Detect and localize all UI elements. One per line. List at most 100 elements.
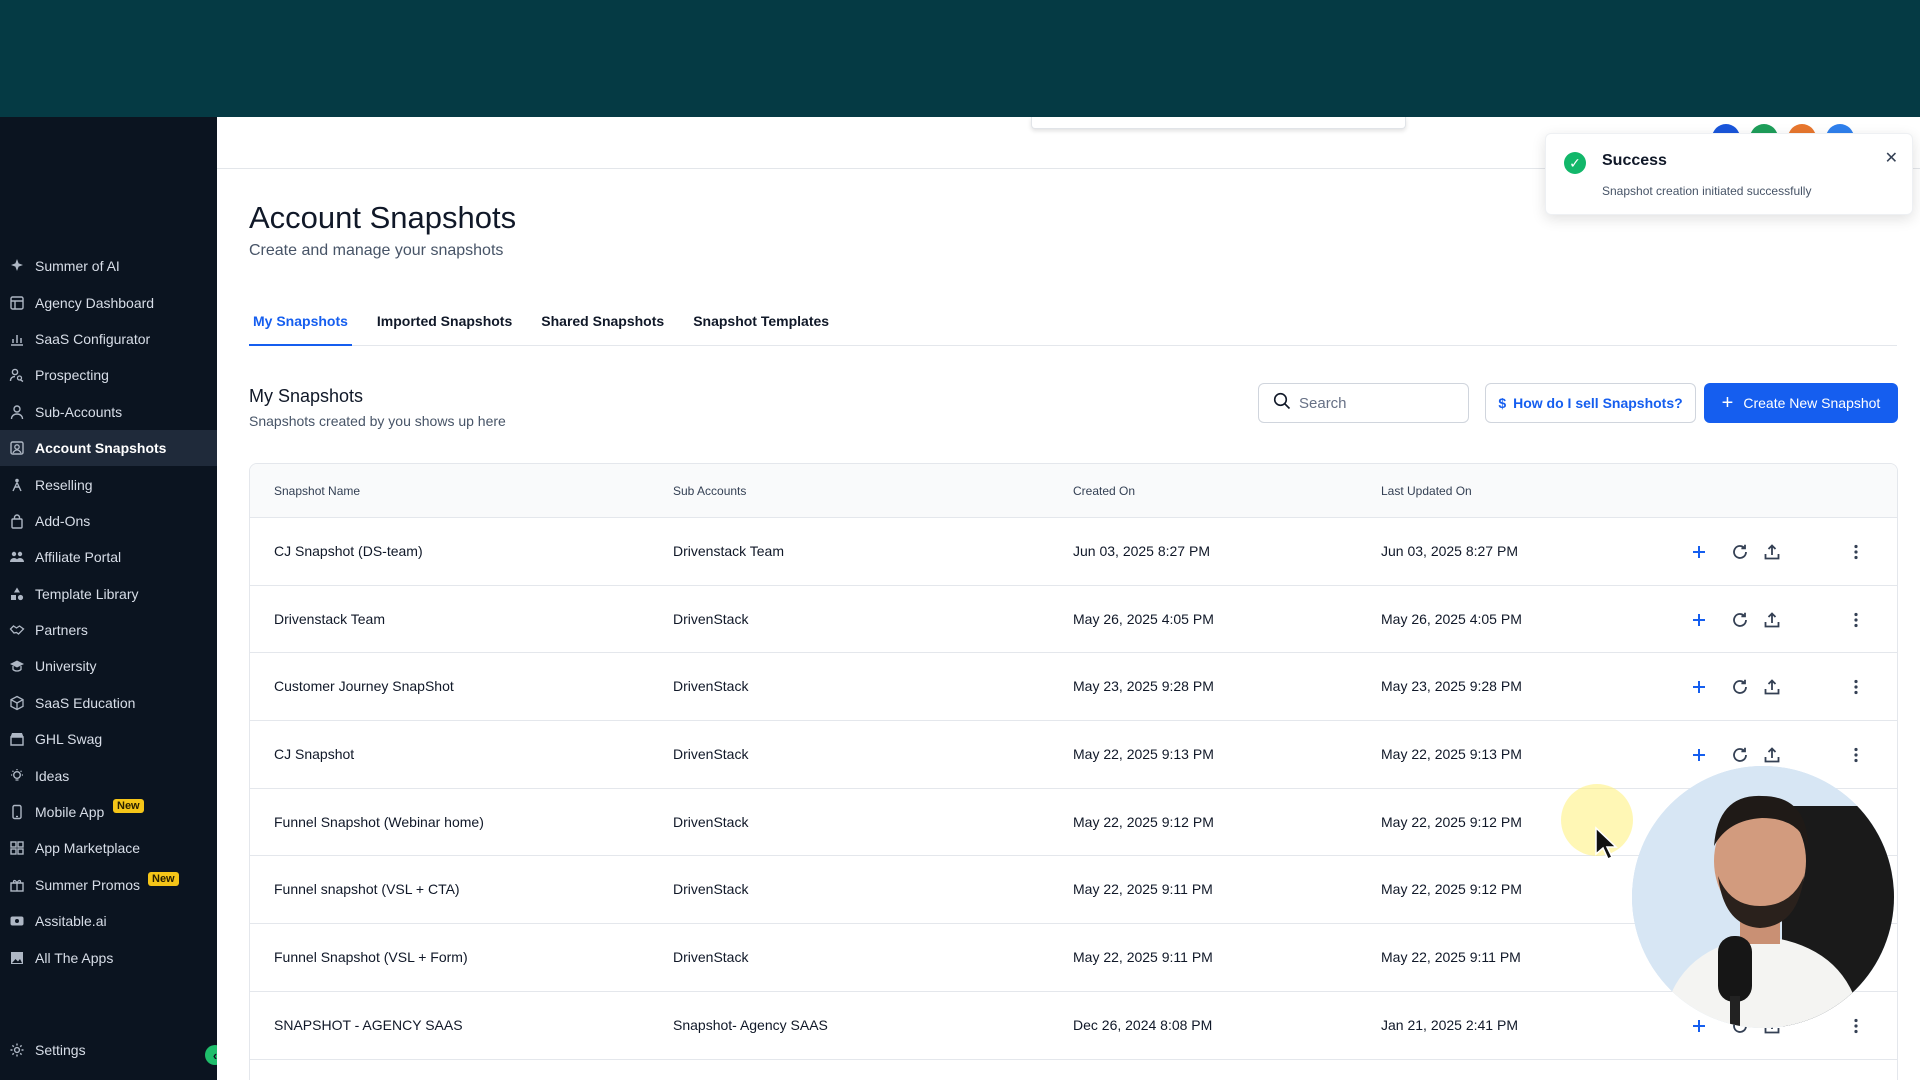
sidebar-item-prospecting[interactable]: Prospecting [0,357,217,393]
bag-icon [8,512,26,530]
sidebar-item-summer-of-ai[interactable]: Summer of AI [0,248,217,284]
share-upload-icon[interactable] [1761,609,1783,631]
sidebar-item-template-library[interactable]: Template Library [0,576,217,612]
table-row[interactable]: Drivenstack Team DrivenStack May 26, 2025 … [250,586,1897,654]
sub-account-cell: Drivenstack Team [673,543,785,559]
toast-title: Success [1602,152,1667,169]
search-input[interactable] [1299,394,1459,412]
column-header-sub-accounts[interactable]: Sub Accounts [673,484,746,498]
refresh-icon[interactable] [1729,541,1751,563]
snapshot-name-cell: Funnel Snapshot (VSL + Form) [274,949,468,966]
refresh-icon[interactable] [1729,609,1751,631]
sidebar-item-saas-education[interactable]: SaaS Education [0,685,217,721]
tab-snapshot-templates[interactable]: Snapshot Templates [689,305,833,346]
gear-icon [8,1041,26,1059]
sidebar-item-label: Add-Ons [35,512,91,529]
add-icon[interactable] [1688,1015,1710,1037]
sub-account-cell: Snapshot- Agency SAAS [673,1016,828,1033]
how-to-sell-button[interactable]: $ How do I sell Snapshots? [1485,383,1696,423]
sidebar-item-label: Account Snapshots [35,440,167,457]
column-header-updated[interactable]: Last Updated On [1381,484,1472,498]
check-circle-icon: ✓ [1564,152,1586,174]
sidebar-item-mobile-app[interactable]: Mobile App New [0,794,217,830]
sidebar-item-university[interactable]: University [0,648,217,684]
refresh-icon[interactable] [1729,744,1751,766]
sidebar-item-ghl-swag[interactable]: GHL Swag [0,721,217,757]
box-icon [8,694,26,712]
sidebar-nav: Summer of AI Agency Dashboard SaaS Configu… [0,248,217,976]
sidebar: Summer of AI Agency Dashboard SaaS Configu… [0,117,217,1080]
sidebar-item-label: Mobile App [35,804,105,821]
more-vertical-icon[interactable] [1845,676,1867,698]
create-snapshot-button[interactable]: + Create New Snapshot [1704,383,1898,423]
more-vertical-icon[interactable] [1845,744,1867,766]
sidebar-item-saas-configurator[interactable]: SaaS Configurator [0,321,217,357]
tab-my-snapshots[interactable]: My Snapshots [249,305,352,346]
share-upload-icon[interactable] [1761,744,1783,766]
success-toast: ✓ Success Snapshot creation initiated su… [1545,133,1913,215]
section-subtitle: Snapshots created by you shows up here [249,413,506,429]
sidebar-item-account-snapshots[interactable]: Account Snapshots [0,429,217,467]
close-icon[interactable]: ✕ [1885,148,1898,168]
image-icon [8,949,26,967]
sidebar-item-partners[interactable]: Partners [0,612,217,648]
column-header-name[interactable]: Snapshot Name [274,484,360,498]
table-row[interactable]: SNAPSHOT - AGENCY SAAS Snapshot- Agency S… [250,992,1897,1060]
sub-account-cell: DrivenStack [673,881,749,898]
sidebar-item-summer-promos[interactable]: Summer Promos New [0,867,217,903]
share-upload-icon[interactable] [1761,676,1783,698]
add-icon[interactable] [1688,541,1710,563]
column-header-created[interactable]: Created On [1073,484,1135,498]
refresh-icon[interactable] [1729,676,1751,698]
add-icon[interactable] [1688,744,1710,766]
how-to-sell-label: How do I sell Snapshots? [1513,395,1683,411]
created-on-cell: May 22, 2025 9:12 PM [1073,813,1214,830]
sparkle-icon [8,257,26,275]
snapshot-name-cell: CJ Snapshot (DS-team) [274,543,423,559]
sub-account-cell: DrivenStack [673,678,749,695]
sidebar-item-label: Settings [35,1042,86,1058]
table-header: Snapshot Name Sub Accounts Created On La… [250,464,1897,518]
new-badge: New [113,798,144,813]
sidebar-item-add-ons[interactable]: Add-Ons [0,503,217,539]
table-row[interactable]: Customer Journey SnapShot DrivenStack May … [250,653,1897,722]
sidebar-item-all-the-apps[interactable]: All The Apps [0,939,217,975]
table-row[interactable]: CJ Snapshot DrivenStack May 22, 2025 9:13 … [250,721,1897,789]
page-title: Account Snapshots [249,200,517,235]
search-field[interactable] [1258,383,1469,423]
more-vertical-icon[interactable] [1845,541,1867,563]
sidebar-item-affiliate-portal[interactable]: Affiliate Portal [0,539,217,575]
sidebar-item-label: University [35,658,97,675]
last-updated-cell: May 22, 2025 9:12 PM [1381,813,1522,830]
last-updated-cell: May 22, 2025 9:13 PM [1381,746,1522,763]
add-icon[interactable] [1688,609,1710,631]
sidebar-item-label: Sub-Accounts [35,403,123,420]
sidebar-item-assitable-ai[interactable]: Assitable.ai [0,903,217,939]
tab-imported-snapshots[interactable]: Imported Snapshots [373,305,516,346]
dropdown-panel-edge [1031,117,1406,129]
sidebar-item-label: Prospecting [35,367,109,384]
created-on-cell: Jun 03, 2025 8:27 PM [1073,543,1210,559]
tab-shared-snapshots[interactable]: Shared Snapshots [537,305,668,346]
snapshot-name-cell: CJ Snapshot [274,746,355,763]
sidebar-item-label: Summer of AI [35,258,120,275]
sidebar-item-agency-dashboard[interactable]: Agency Dashboard [0,284,217,320]
grid-icon [8,839,26,857]
table-row[interactable]: CJ Snapshot (DS-team) Drivenstack Team Jun… [250,518,1897,586]
sidebar-item-reselling[interactable]: Reselling [0,466,217,502]
more-vertical-icon[interactable] [1845,1015,1867,1037]
sidebar-item-app-marketplace[interactable]: App Marketplace [0,830,217,866]
share-upload-icon[interactable] [1761,541,1783,563]
sidebar-item-label: Affiliate Portal [35,549,122,566]
reselling-icon [8,476,26,494]
more-vertical-icon[interactable] [1845,609,1867,631]
created-on-cell: Dec 26, 2024 8:08 PM [1073,1016,1213,1033]
sidebar-item-sub-accounts[interactable]: Sub-Accounts [0,394,217,430]
sidebar-item-settings[interactable]: Settings [0,1032,217,1068]
snapshot-name-cell: Funnel snapshot (VSL + CTA) [274,881,460,898]
sidebar-item-label: Template Library [35,585,139,602]
chart-icon [8,330,26,348]
sidebar-item-label: Summer Promos [35,876,141,893]
sidebar-item-ideas[interactable]: Ideas [0,757,217,793]
add-icon[interactable] [1688,676,1710,698]
